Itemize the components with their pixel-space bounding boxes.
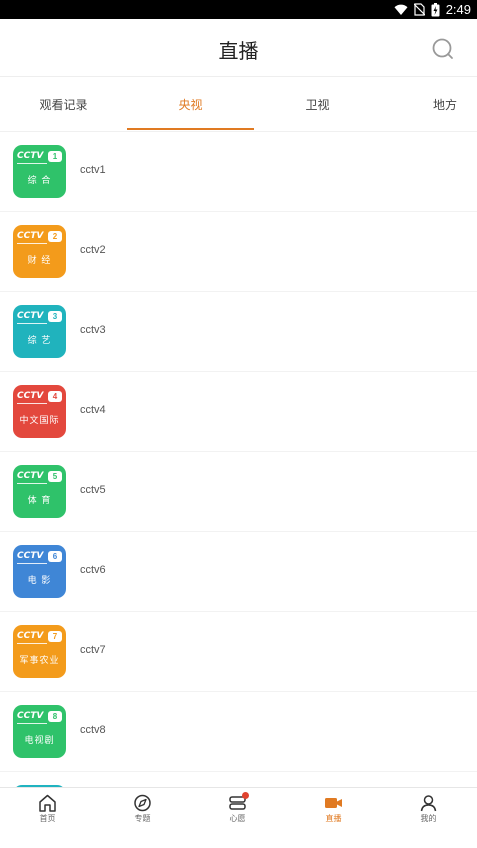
channel-row[interactable]: CCTV 3 综 艺 cctv3	[0, 292, 477, 372]
channel-logo: CCTV 5 体 育	[13, 465, 66, 518]
home-icon	[39, 794, 56, 812]
channel-logo: CCTV 2 财 经	[13, 225, 66, 278]
tab-history[interactable]: 观看记录	[0, 78, 127, 132]
logo-channel-label: 综 艺	[27, 336, 52, 346]
header: 直播	[0, 19, 477, 77]
channel-name: cctv8	[80, 724, 106, 736]
no-sim-icon	[413, 3, 425, 16]
logo-number: 8	[48, 711, 62, 722]
logo-divider	[17, 723, 47, 724]
nav-wish[interactable]: 心愿	[190, 788, 285, 836]
nav-home[interactable]: 首页	[0, 788, 95, 836]
channel-logo: CCTV 1 综 合	[13, 145, 66, 198]
logo-channel-label: 军事农业	[19, 656, 60, 666]
nav-label: 心愿	[229, 814, 246, 823]
channel-name: cctv5	[80, 484, 106, 496]
logo-divider	[17, 243, 47, 244]
channel-logo: CCTV 3 综 艺	[13, 305, 66, 358]
logo-channel-label: 综 合	[27, 176, 52, 186]
logo-cctv-text: CCTV	[17, 231, 44, 241]
active-tab-indicator	[127, 128, 254, 130]
logo-cctv-text: CCTV	[17, 471, 44, 481]
channel-row[interactable]: CCTV 5 体 育 cctv5	[0, 452, 477, 532]
nav-label: 直播	[325, 814, 342, 823]
channel-row[interactable]: CCTV 8 电视剧 cctv8	[0, 692, 477, 772]
nav-live[interactable]: 直播	[286, 788, 381, 836]
channel-name: cctv1	[80, 164, 106, 176]
search-icon	[432, 38, 453, 59]
battery-icon	[431, 2, 440, 16]
status-bar: 2:49	[0, 0, 477, 19]
live-camera-icon	[325, 798, 342, 808]
logo-channel-label: 体 育	[27, 496, 52, 506]
logo-divider	[17, 563, 47, 564]
logo-channel-label: 财 经	[27, 256, 52, 266]
tab-satellite[interactable]: 卫视	[254, 78, 381, 132]
logo-number: 5	[48, 471, 62, 482]
logo-cctv-text: CCTV	[17, 151, 44, 161]
compass-icon	[134, 794, 151, 812]
channel-row[interactable]: CCTV 2 财 经 cctv2	[0, 212, 477, 292]
channel-list: CCTV 1 综 合 cctv1 CCTV 2 财 经 cctv2 CCTV 3…	[0, 132, 477, 787]
search-button[interactable]	[431, 37, 455, 61]
logo-number: 6	[48, 551, 62, 562]
logo-divider	[17, 323, 47, 324]
channel-name: cctv3	[80, 324, 106, 336]
channel-row[interactable]: CCTV 6 电 影 cctv6	[0, 532, 477, 612]
logo-number: 1	[48, 151, 62, 162]
channel-name: cctv7	[80, 644, 106, 656]
channel-logo: CCTV 8 电视剧	[13, 705, 66, 758]
logo-number: 4	[48, 391, 62, 402]
logo-number: 7	[48, 631, 62, 642]
channel-logo: CCTV 4 中文国际	[13, 385, 66, 438]
nav-label: 专题	[134, 814, 151, 823]
tab-cctv[interactable]: 央视	[127, 78, 254, 132]
logo-cctv-text: CCTV	[17, 391, 44, 401]
channel-tabs: 观看记录 央视 卫视 地方	[0, 78, 477, 132]
tab-local[interactable]: 地方	[420, 78, 470, 132]
channel-name: cctv4	[80, 404, 106, 416]
user-icon	[420, 795, 437, 812]
nav-profile[interactable]: 我的	[381, 788, 476, 836]
channel-row[interactable]: CCTV 1 综 合 cctv1	[0, 132, 477, 212]
logo-channel-label: 中文国际	[19, 416, 60, 426]
channel-name: cctv6	[80, 564, 106, 576]
logo-divider	[17, 403, 47, 404]
bottom-nav: 首页 专题 心愿 直播 我的	[0, 787, 477, 848]
nav-label: 我的	[420, 814, 437, 823]
notification-badge	[242, 792, 249, 799]
channel-logo: CCTV 7 军事农业	[13, 625, 66, 678]
logo-cctv-text: CCTV	[17, 711, 44, 721]
logo-cctv-text: CCTV	[17, 311, 44, 321]
page-title: 直播	[218, 39, 259, 63]
wifi-icon	[394, 4, 408, 15]
logo-channel-label: 电 影	[27, 576, 52, 586]
logo-channel-label: 电视剧	[24, 736, 55, 746]
logo-cctv-text: CCTV	[17, 551, 44, 561]
status-time: 2:49	[445, 2, 471, 17]
channel-row-partial[interactable]	[0, 772, 477, 787]
channel-name: cctv2	[80, 244, 106, 256]
logo-number: 2	[48, 231, 62, 242]
channel-row[interactable]: CCTV 7 军事农业 cctv7	[0, 612, 477, 692]
channel-row[interactable]: CCTV 4 中文国际 cctv4	[0, 372, 477, 452]
logo-number: 3	[48, 311, 62, 322]
status-icons: 2:49	[394, 0, 471, 19]
logo-divider	[17, 643, 47, 644]
logo-divider	[17, 163, 47, 164]
logo-cctv-text: CCTV	[17, 631, 44, 641]
nav-topics[interactable]: 专题	[95, 788, 190, 836]
channel-logo: CCTV 6 电 影	[13, 545, 66, 598]
logo-divider	[17, 483, 47, 484]
nav-label: 首页	[39, 814, 56, 823]
